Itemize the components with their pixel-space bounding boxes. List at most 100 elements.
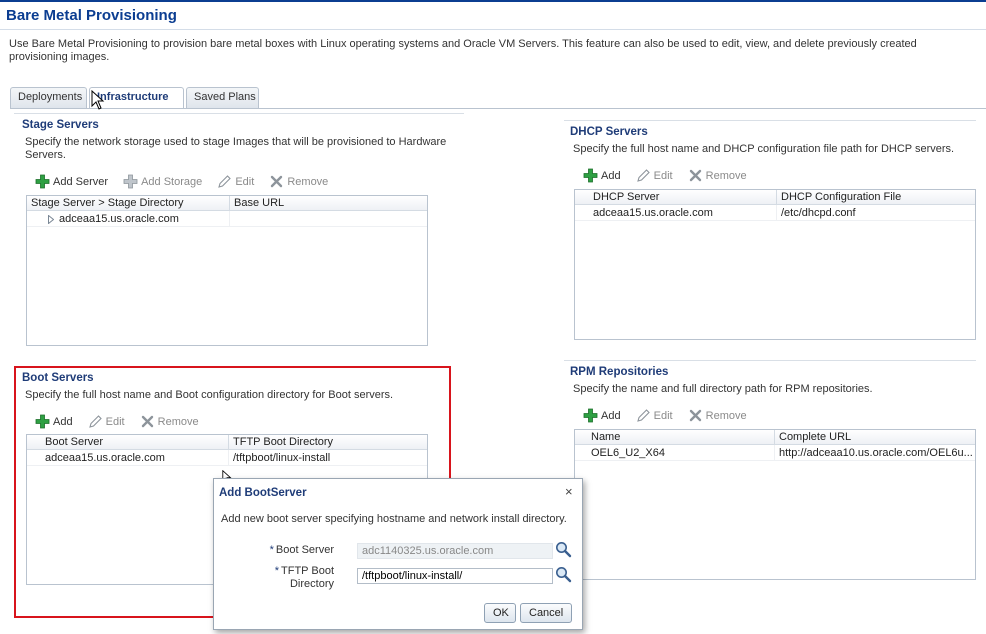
table-row[interactable]: adceaa15.us.oracle.com [27,211,427,227]
stage-col-header-base-url[interactable]: Base URL [230,196,427,210]
stage-add-server-button[interactable]: Add Server [35,174,108,189]
boot-server-field-label: * Boot Server [244,544,334,557]
stage-servers-title: Stage Servers [22,119,99,131]
table-row[interactable]: adceaa15.us.oracle.com /tftpboot/linux-i… [27,450,427,466]
boot-col-header-server[interactable]: Boot Server [27,435,229,449]
boot-table-header: Boot Server TFTP Boot Directory [27,435,427,450]
tftp-field-label: * TFTP Boot Directory [244,565,334,591]
rpm-remove-label: Remove [705,409,747,422]
stage-servers-description: Specify the network storage used to stag… [25,136,447,161]
rpm-separator [564,360,976,361]
remove-x-icon [689,409,701,422]
stage-add-storage-button[interactable]: Add Storage [123,174,202,189]
search-icon[interactable] [555,541,572,558]
dhcp-remove-button[interactable]: Remove [688,168,747,183]
add-storage-icon [123,174,138,189]
boot-remove-button[interactable]: Remove [140,414,199,429]
stage-remove-button[interactable]: Remove [269,174,328,189]
rpm-add-button[interactable]: Add [583,408,621,423]
add-icon [583,408,598,423]
cancel-button[interactable]: Cancel [520,603,572,623]
rpm-col-header-name[interactable]: Name [575,430,775,444]
dhcp-toolbar: Add Edit Remove [583,168,759,186]
stage-separator [14,113,464,114]
tftp-boot-directory-input[interactable] [357,568,553,584]
boot-toolbar: Add Edit Remove [35,414,211,432]
boot-servers-description: Specify the full host name and Boot conf… [25,389,394,401]
table-row[interactable]: OEL6_U2_X64 http://adceaa10.us.oracle.co… [575,445,975,461]
dhcp-servers-description: Specify the full host name and DHCP conf… [573,143,955,155]
rpm-add-label: Add [601,409,621,422]
remove-x-icon [689,169,701,182]
boot-servers-title: Boot Servers [22,372,94,384]
dhcp-separator [564,120,976,121]
rpm-row-url: http://adceaa10.us.oracle.com/OEL6u... [779,447,973,459]
search-icon[interactable] [555,566,572,583]
stage-row-server-cell: adceaa15.us.oracle.com [27,211,230,226]
boot-server-input[interactable] [357,543,553,559]
rpm-toolbar: Add Edit Remove [583,408,759,426]
required-marker: * [269,544,274,556]
tab-deployments[interactable]: Deployments [10,87,87,108]
stage-table-header: Stage Server > Stage Directory Base URL [27,196,427,211]
stage-servers-table: Stage Server > Stage Directory Base URL … [26,195,428,346]
boot-row-server: adceaa15.us.oracle.com [27,450,229,465]
stage-row-base-url [230,211,427,226]
table-row[interactable]: adceaa15.us.oracle.com /etc/dhcpd.conf [575,205,975,221]
boot-add-label: Add [53,415,73,428]
stage-col-header-server[interactable]: Stage Server > Stage Directory [27,196,230,210]
dhcp-servers-table: DHCP Server DHCP Configuration File adce… [574,189,976,340]
ok-button[interactable]: OK [484,603,516,623]
stage-remove-label: Remove [287,175,329,188]
boot-edit-label: Edit [105,415,125,428]
add-icon [35,414,50,429]
tab-underline [10,108,986,109]
boot-remove-label: Remove [157,415,199,428]
dhcp-edit-button[interactable]: Edit [636,168,673,183]
rpm-repositories-table: Name Complete URL OEL6_U2_X64 http://adc… [574,429,976,580]
remove-x-icon [271,175,283,188]
dhcp-servers-title: DHCP Servers [570,126,648,138]
dhcp-col-header-config[interactable]: DHCP Configuration File [777,190,975,204]
dhcp-col-header-server[interactable]: DHCP Server [575,190,777,204]
mouse-cursor-icon [91,90,105,110]
tftp-label-line2: Directory [289,578,334,590]
rpm-repositories-title: RPM Repositories [570,366,669,378]
rpm-remove-button[interactable]: Remove [688,408,747,423]
page-title: Bare Metal Provisioning [6,7,177,24]
page-description: Use Bare Metal Provisioning to provision… [9,38,917,63]
boot-add-button[interactable]: Add [35,414,73,429]
tftp-label-line1: TFTP Boot [281,565,334,577]
stage-edit-label: Edit [235,175,255,188]
rpm-repositories-description: Specify the name and full directory path… [573,383,873,395]
pencil-icon [88,415,102,428]
stage-edit-button[interactable]: Edit [217,174,254,189]
close-icon[interactable]: × [565,484,573,499]
rpm-col-header-url[interactable]: Complete URL [775,430,975,444]
dialog-title: Add BootServer [219,487,307,499]
add-icon [583,168,598,183]
rpm-table-header: Name Complete URL [575,430,975,445]
rpm-edit-button[interactable]: Edit [636,408,673,423]
rpm-edit-label: Edit [653,409,673,422]
pencil-icon [218,175,232,188]
stage-row-server-text: adceaa15.us.oracle.com [59,213,179,225]
dhcp-row-config: /etc/dhcpd.conf [781,207,856,219]
pencil-icon [636,169,650,182]
dhcp-add-label: Add [601,169,621,182]
expand-triangle-icon[interactable] [48,215,54,224]
required-marker: * [274,565,280,577]
dhcp-add-button[interactable]: Add [583,168,621,183]
boot-edit-button[interactable]: Edit [88,414,125,429]
stage-add-storage-label: Add Storage [141,175,203,188]
boot-col-header-tftp[interactable]: TFTP Boot Directory [229,435,427,449]
stage-add-server-label: Add Server [53,175,109,188]
dhcp-row-server: adceaa15.us.oracle.com [575,205,777,220]
remove-x-icon [141,415,153,428]
dhcp-table-header: DHCP Server DHCP Configuration File [575,190,975,205]
add-icon [35,174,50,189]
dhcp-edit-label: Edit [653,169,673,182]
tab-saved-plans[interactable]: Saved Plans [186,87,259,108]
dhcp-remove-label: Remove [705,169,747,182]
boot-row-tftp: /tftpboot/linux-install [233,452,331,464]
